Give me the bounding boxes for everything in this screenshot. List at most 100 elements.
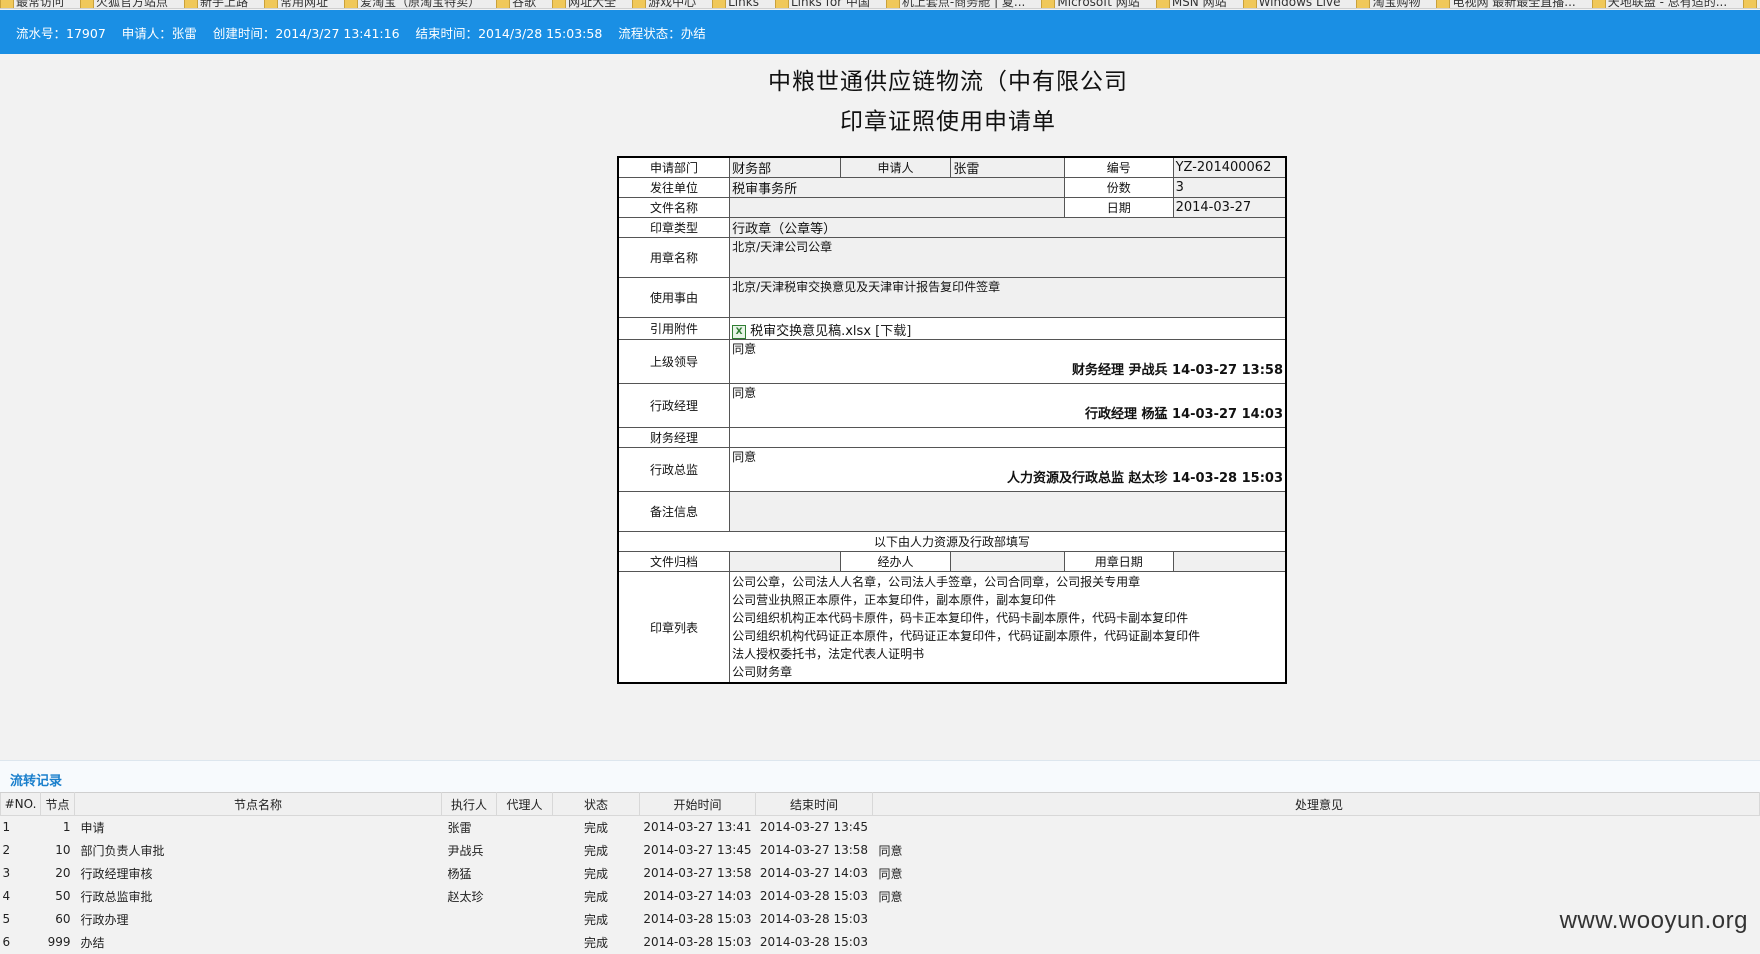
bookmark-item[interactable]: Microsoft 网站 (1041, 0, 1140, 8)
cell-status: 完成 (583, 889, 608, 904)
cell-start-time: 2014-03-27 13:45 (643, 843, 752, 857)
reason-textarea[interactable]: 北京/天津税审交换意见及天津审计报告复印件签章 (729, 277, 1287, 318)
bookmark-item[interactable]: 天地联盟 - 总有适的... (1591, 0, 1727, 8)
doc-name-field[interactable] (729, 197, 1065, 218)
seal-name-textarea[interactable]: 北京/天津公司公章 (729, 237, 1287, 278)
bookmark-item[interactable]: 网址大全 (552, 0, 616, 8)
applicant-label: 申请人 (839, 156, 952, 178)
attachment-filename[interactable]: 税审交换意见稿.xlsx (750, 324, 871, 339)
cell-status: 完成 (583, 843, 608, 858)
archive-label: 文件归档 (617, 551, 731, 572)
bookmark-item[interactable]: 谷歌 (496, 0, 536, 8)
seal-application-form: 申请部门 财务部 申请人 张雷 编号 YZ-201400062 发往单位 税审事… (617, 156, 1287, 684)
seal-list-item[interactable]: 公司组织机构代码证正本原件，代码证正本复印件，代码证副本原件，代码证副本复印件 (732, 627, 1283, 645)
table-row: 3 20 行政经理审核 杨猛 完成 2014-03-27 13:58 2014-… (1, 862, 1760, 885)
col-end-time: 结束时间 (755, 792, 873, 816)
col-status: 状态 (552, 792, 640, 816)
cell-opinion: 同意 (878, 889, 903, 904)
table-row: 5 60 行政办理 完成 2014-03-28 15:03 2014-03-28… (1, 908, 1760, 931)
cell-node-name: 办结 (80, 935, 105, 950)
bookmark-item[interactable]: Links for 中国 (774, 0, 870, 8)
copies-field[interactable]: 3 (1172, 177, 1287, 198)
seal-type-field[interactable]: 行政章（公章等） (729, 217, 1287, 238)
cell-no: 1 (2, 820, 11, 835)
dest-field[interactable]: 税审事务所 (729, 177, 1065, 198)
cell-end-time: 2014-03-28 15:03 (759, 935, 869, 949)
company-name: 中粮世通供应链物流（中有限公司 (768, 69, 1128, 95)
cell-status: 完成 (583, 912, 608, 927)
bookmark-item[interactable]: 火狐官方站点 (80, 0, 168, 8)
director-opinion: 同意 (732, 450, 757, 464)
cell-node-name: 申请 (80, 820, 105, 835)
cell-node: 10 (55, 843, 71, 857)
use-date-label: 用章日期 (1063, 551, 1174, 572)
cell-node: 60 (55, 912, 71, 926)
cell-start-time: 2014-03-27 13:58 (643, 866, 752, 880)
main-content: 中粮世通供应链物流（中有限公司 印章证照使用申请单 申请部门 财务部 申请人 张… (0, 54, 1760, 950)
code-field[interactable]: YZ-201400062 (1172, 156, 1287, 178)
remark-textarea[interactable] (729, 491, 1287, 532)
reason-label: 使用事由 (617, 277, 731, 318)
seal-type-label: 印章类型 (617, 217, 731, 238)
admin-signature: 行政经理 杨猛 14-03-27 14:03 (1084, 407, 1283, 422)
use-date-field[interactable] (1172, 551, 1287, 572)
cell-start-time: 2014-03-28 15:03 (643, 935, 752, 949)
bookmark-item[interactable]: 淘宝购物 (1356, 0, 1420, 8)
seal-name-text: 北京/天津公司公章 (732, 240, 833, 254)
download-link[interactable]: [下载] (875, 324, 911, 339)
bookmark-item[interactable]: 最常访问 (0, 0, 64, 8)
col-node: 节点 (40, 792, 75, 816)
seal-list-item[interactable]: 公司营业执照正本原件，正本复印件，副本原件，副本复印件 (732, 591, 1283, 609)
date-field[interactable]: 2014-03-27 (1172, 197, 1287, 218)
col-no: #NO. (0, 792, 41, 816)
created-time-info: 创建时间：2014/3/27 13:41:16 (212, 25, 400, 41)
seal-list-item[interactable]: 公司公章，公司法人人名章，公司法人手签章，公司合同章，公司报关专用章 (732, 573, 1283, 591)
cell-node: 999 (47, 935, 71, 949)
col-executor: 执行人 (441, 792, 497, 816)
bookmark-item[interactable]: 电视网 最新最全直播... (1436, 0, 1576, 8)
process-info-bar: 流水号：17907 申请人：张雷 创建时间：2014/3/27 13:41:16… (0, 10, 1760, 54)
col-agent: 代理人 (496, 792, 553, 816)
col-opinion: 处理意见 (872, 792, 1760, 816)
table-row: 2 10 部门负责人审批 尹战兵 完成 2014-03-27 13:45 201… (1, 839, 1760, 862)
seal-list-item[interactable]: 公司组织机构正本代码卡原件，码卡正本复印件，代码卡副本原件，代码卡副本复印件 (732, 609, 1283, 627)
admin-opinion-cell: 同意 行政经理 杨猛 14-03-27 14:03 (729, 383, 1287, 428)
handler-label: 经办人 (839, 551, 952, 572)
col-start-time: 开始时间 (639, 792, 756, 816)
dept-field[interactable]: 财务部 (729, 156, 841, 178)
bookmark-item[interactable]: 游戏中心 (632, 0, 696, 8)
cell-executor: 张雷 (447, 820, 472, 835)
bookmark-item[interactable]: 新手上路 (184, 0, 248, 8)
bookmark-item[interactable]: Windows Live (1242, 0, 1340, 8)
director-signature: 人力资源及行政总监 赵太珍 14-03-28 15:03 (1006, 471, 1283, 486)
cell-no: 4 (2, 889, 11, 903)
cell-start-time: 2014-03-27 14:03 (643, 889, 752, 903)
cell-executor: 赵太珍 (447, 889, 484, 904)
bookmarks-bar: 最常访问 火狐官方站点 新手上路 常用网址 爱淘宝（原淘宝特卖） 谷歌 网址大全 游戏中心 Li… (0, 0, 1760, 9)
bookmark-item[interactable]: MSN 网站 (1155, 0, 1227, 8)
applicant-field[interactable]: 张雷 (950, 156, 1065, 178)
table-row: 6 999 办结 完成 2014-03-28 15:03 2014-03-28 … (1, 931, 1760, 954)
bookmark-item[interactable]: 爱淘宝（原淘宝特卖） (344, 0, 480, 8)
leader-signature: 财务经理 尹战兵 14-03-27 13:58 (1071, 363, 1283, 378)
cell-node: 50 (55, 889, 71, 903)
seal-list-item[interactable]: 公司财务章 (732, 663, 1283, 681)
admin-opinion: 同意 (732, 386, 757, 400)
archive-field[interactable] (729, 551, 841, 572)
cell-agent (497, 816, 553, 839)
bookmark-item[interactable]: 常用网址 (264, 0, 328, 8)
bookmark-item[interactable]: 网上购物 (1743, 0, 1760, 8)
flow-records-table: #NO. 节点 节点名称 执行人 代理人 状态 开始时间 结束时间 处理意见 1… (0, 792, 1760, 954)
handler-field[interactable] (950, 551, 1065, 572)
finance-opinion-cell (729, 427, 1287, 448)
cell-agent (497, 839, 553, 862)
cell-status: 完成 (583, 820, 608, 835)
bookmark-item[interactable]: 机上套点-商务舱 | 夏... (885, 0, 1025, 8)
cell-end-time: 2014-03-28 15:03 (759, 912, 869, 926)
cell-node-name: 行政经理审核 (80, 866, 153, 881)
bookmark-item[interactable]: Links (712, 0, 759, 8)
form-title: 印章证照使用申请单 (840, 109, 1056, 135)
seal-list-item[interactable]: 法人授权委托书，法定代表人证明书 (732, 645, 1283, 663)
excel-file-icon: X (732, 324, 747, 339)
admin-director-label: 行政总监 (617, 447, 731, 492)
